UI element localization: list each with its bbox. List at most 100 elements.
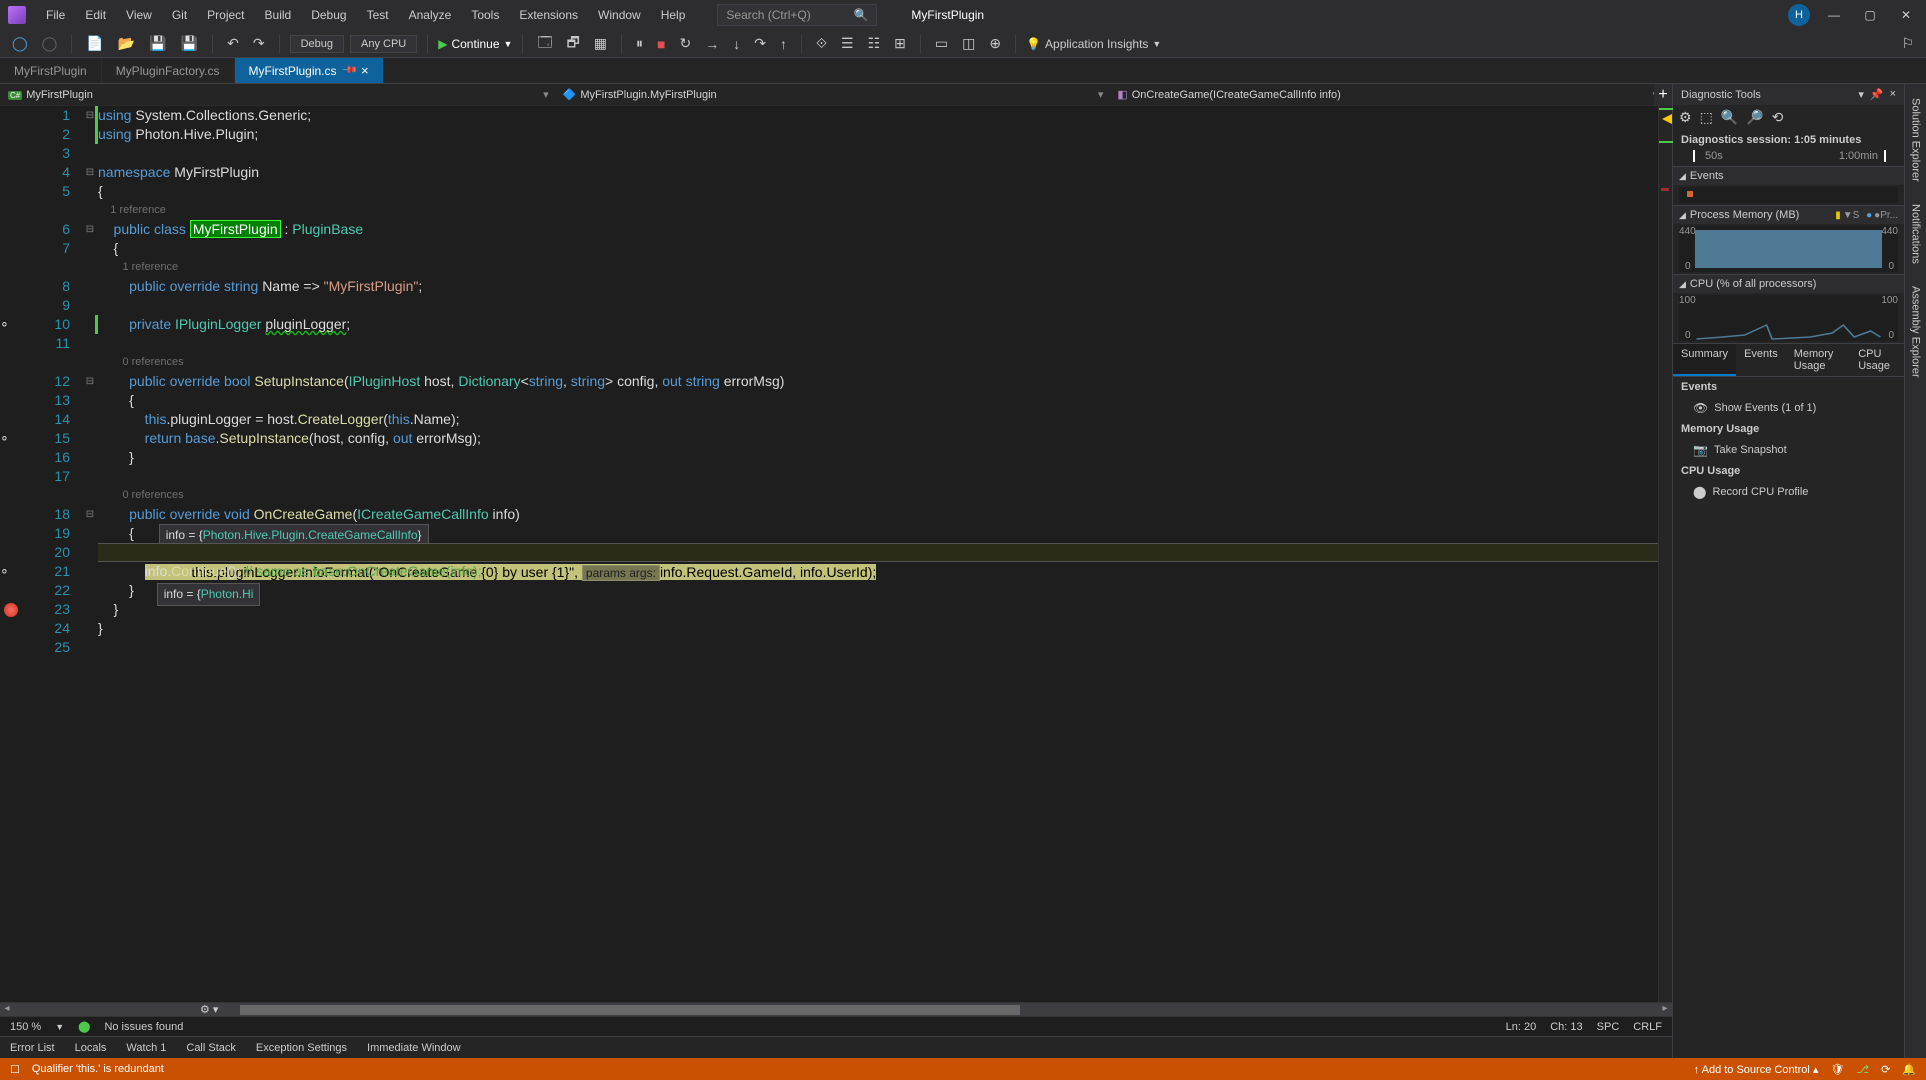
app-insights-button[interactable]: 💡 Application Insights ▼ [1026,37,1161,51]
menu-window[interactable]: Window [590,4,649,26]
diag-memory-header[interactable]: ◢Process Memory (MB) ▮▼S ●●Pr... [1673,206,1904,224]
debug-target-icon[interactable]: 🗔 [533,30,556,58]
tb-icon-3[interactable]: ☷ [864,33,885,54]
stop-button[interactable]: ■ [653,34,669,54]
config-dropdown[interactable]: Debug [290,35,344,53]
maximize-button[interactable]: ▢ [1858,8,1882,22]
outlining-margin[interactable]: ⊟ ⊟ ⊟ ⊟ ⊟ [82,106,98,1002]
diag-tab-events[interactable]: Events [1736,344,1786,376]
zoom-level[interactable]: 150 % [10,1021,41,1033]
save-icon[interactable]: 💾 [145,33,170,54]
char-indicator[interactable]: Ch: 13 [1550,1021,1582,1033]
status-sync-icon[interactable]: ⟳ [1881,1063,1890,1076]
tb-icon-1[interactable]: ⟐ [812,33,831,54]
show-events-link[interactable]: 👁Show Events (1 of 1) [1673,397,1904,419]
platform-dropdown[interactable]: Any CPU [350,35,417,53]
status-admin-icon[interactable]: 🛡 [1830,1063,1844,1076]
status-bell-icon[interactable]: 🔔 [1902,1063,1916,1076]
tb-icon-4[interactable]: ⊞ [890,33,910,54]
diag-tab-memory[interactable]: Memory Usage [1786,344,1851,376]
editor-horizontal-scrollbar[interactable]: ◂ ⚙ ▾ ▸ [0,1002,1672,1016]
search-input[interactable]: Search (Ctrl+Q) 🔍 [717,4,877,26]
tab-error-list[interactable]: Error List [0,1039,65,1057]
save-all-icon[interactable]: 💾 [177,33,202,54]
menu-file[interactable]: File [38,4,73,26]
diag-time-ruler[interactable]: 50s 1:00min [1673,150,1904,166]
step-into-button[interactable]: ↓ [729,34,744,54]
menu-tools[interactable]: Tools [463,4,507,26]
live-share-icon[interactable]: ⚐ [1897,33,1918,54]
breakpoint-margin[interactable]: ∘ ∘ ∘ [0,106,24,1002]
pin-icon[interactable]: 📌 [1870,88,1884,101]
diag-cpu-header[interactable]: ◢CPU (% of all processors) [1673,275,1904,293]
minimize-button[interactable]: — [1822,8,1846,22]
pause-button[interactable]: ⏸ [632,33,647,54]
tb-icon-6[interactable]: ◫ [958,33,979,54]
reset-zoom-icon[interactable]: ⟲ [1772,109,1784,126]
pin-icon[interactable]: 📌 [340,62,357,79]
line-indicator[interactable]: Ln: 20 [1506,1021,1537,1033]
lineending-indicator[interactable]: CRLF [1633,1021,1662,1033]
show-next-statement-button[interactable]: → [701,34,723,54]
add-source-control-button[interactable]: ↑ Add to Source Control ▴ [1694,1063,1819,1076]
select-tools-icon[interactable]: ⬚ [1700,109,1713,126]
breakpoint-icon[interactable] [4,603,18,617]
tab-locals[interactable]: Locals [65,1039,117,1057]
close-icon[interactable]: × [1890,88,1896,101]
tab-watch1[interactable]: Watch 1 [116,1039,176,1057]
chevron-down-icon[interactable]: ▾ [1858,88,1864,101]
zoom-in-icon[interactable]: 🔍 [1721,109,1738,126]
record-cpu-link[interactable]: ⬤Record CPU Profile [1673,481,1904,503]
issues-found[interactable]: No issues found [104,1021,183,1033]
nav-member-combo[interactable]: ◧ OnCreateGame(ICreateGameCallInfo info) [1117,88,1638,101]
cpu-chart[interactable]: 100 100 0 0 [1679,295,1898,341]
redo-button[interactable]: ↷ [249,33,269,54]
menu-help[interactable]: Help [653,4,694,26]
restart-button[interactable]: ↻ [675,33,695,54]
diag-tab-summary[interactable]: Summary [1673,344,1736,376]
memory-chart[interactable]: 440 440 0 0 [1679,226,1898,272]
menu-build[interactable]: Build [257,4,300,26]
events-track[interactable] [1679,187,1898,203]
tb-icon-7[interactable]: ⊕ [985,33,1005,54]
status-git-icon[interactable]: ⎇ [1856,1063,1869,1076]
tab-call-stack[interactable]: Call Stack [176,1039,246,1057]
nav-class-combo[interactable]: 🔷 MyFirstPlugin.MyFirstPlugin [563,88,1084,101]
menu-edit[interactable]: Edit [77,4,114,26]
menu-analyze[interactable]: Analyze [401,4,460,26]
step-over-button[interactable]: ↷ [750,33,770,54]
nav-back-button[interactable]: ◯ [8,33,32,54]
zoom-out-icon[interactable]: 🔎 [1746,109,1763,126]
take-snapshot-link[interactable]: 📷Take Snapshot [1673,439,1904,461]
new-project-icon[interactable]: 📄 [82,33,107,54]
tb-icon-5[interactable]: ▭ [931,33,952,54]
diag-tab-cpu[interactable]: CPU Usage [1850,344,1904,376]
tb-icon-2[interactable]: ☰ [837,33,858,54]
menu-debug[interactable]: Debug [303,4,354,26]
scrollbar-thumb[interactable] [240,1005,1020,1015]
menu-git[interactable]: Git [164,4,195,26]
scroll-right-icon[interactable]: ▸ [1658,1003,1672,1017]
menu-test[interactable]: Test [359,4,397,26]
close-tab-icon[interactable]: × [361,63,369,78]
menu-view[interactable]: View [118,4,160,26]
nav-forward-button[interactable]: ◯ [38,33,62,54]
scroll-map[interactable] [1658,106,1672,1002]
chevron-down-icon[interactable]: ▼ [55,1022,64,1032]
menu-project[interactable]: Project [199,4,252,26]
menu-extensions[interactable]: Extensions [511,4,586,26]
tab-exception-settings[interactable]: Exception Settings [246,1039,357,1057]
debug-menu-icon[interactable]: ▦ [590,33,611,54]
code-editor[interactable]: using System.Collections.Generic; using … [98,106,1658,1002]
diag-events-header[interactable]: ◢Events [1673,167,1904,185]
tab-notifications[interactable]: Notifications [1908,194,1924,274]
undo-button[interactable]: ↶ [223,33,243,54]
tab-mypluginfactory[interactable]: MyPluginFactory.cs [102,58,235,83]
indent-indicator[interactable]: SPC [1597,1021,1620,1033]
options-dropdown[interactable]: ⚙ ▾ [200,1003,218,1016]
close-button[interactable]: ✕ [1894,8,1918,22]
tab-myfirstplugin-cs[interactable]: MyFirstPlugin.cs 📌 × [235,58,384,83]
nav-project-combo[interactable]: MyFirstPlugin [8,89,529,101]
tab-immediate-window[interactable]: Immediate Window [357,1039,471,1057]
open-icon[interactable]: 📂 [114,33,139,54]
